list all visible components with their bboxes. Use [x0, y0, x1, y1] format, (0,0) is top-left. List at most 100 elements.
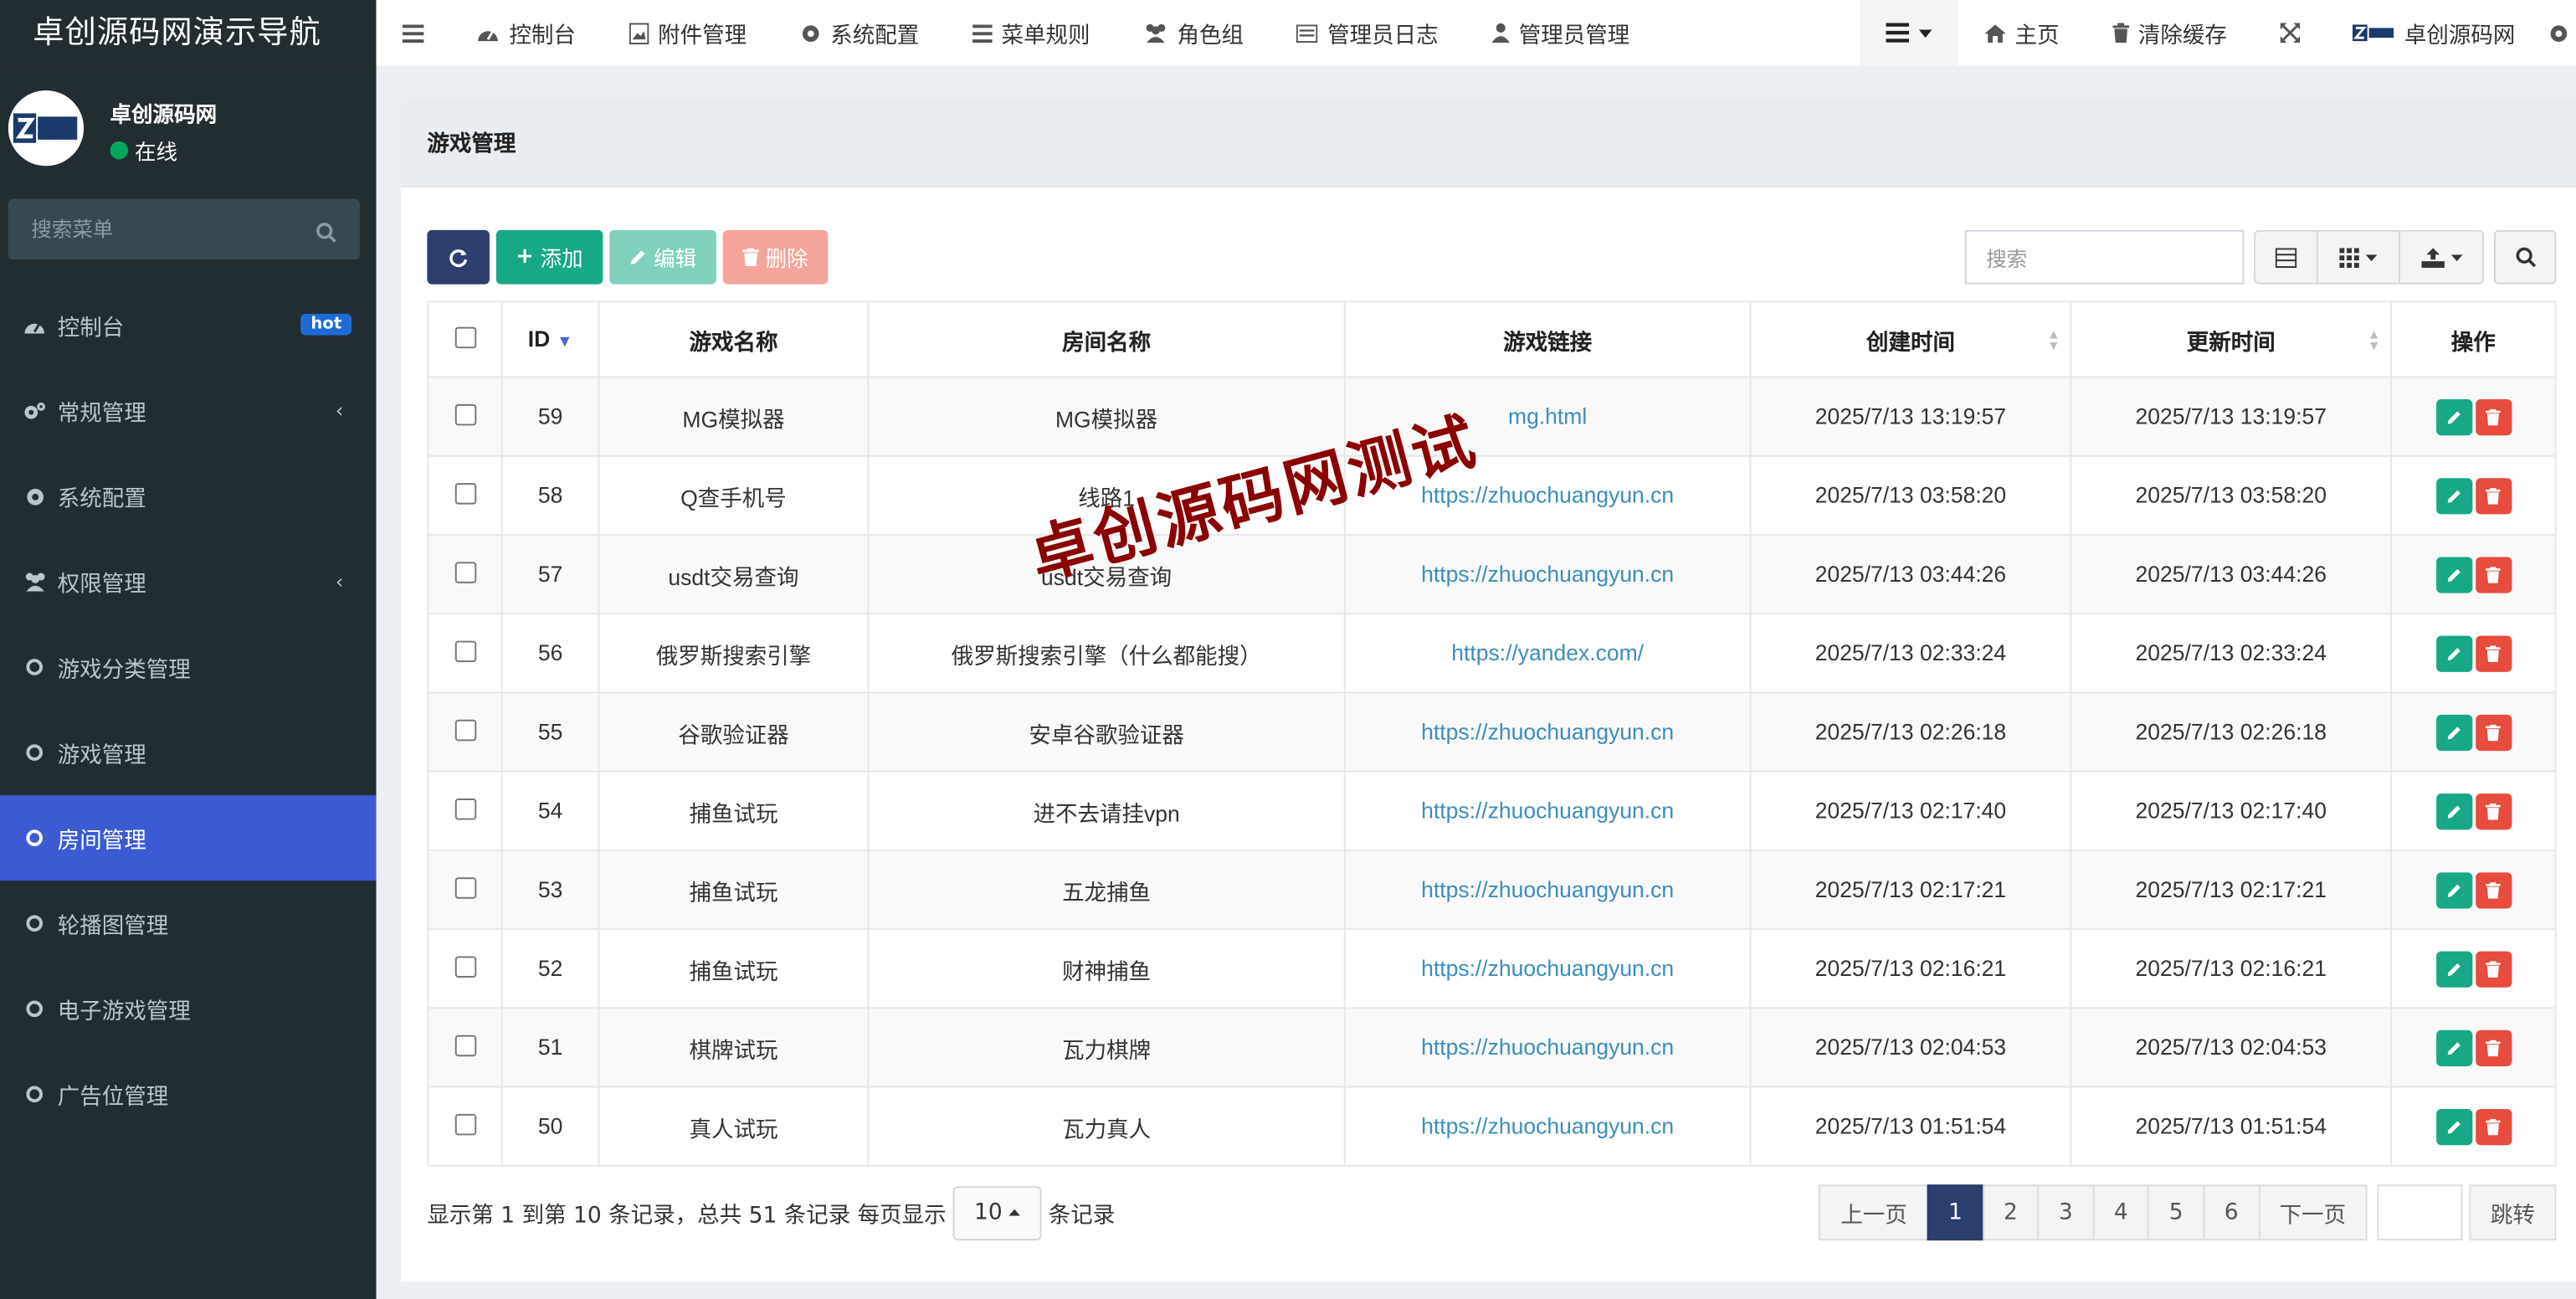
row-checkbox[interactable]	[454, 639, 476, 662]
row-edit-button[interactable]	[2435, 556, 2472, 593]
sidebar-item-carousel[interactable]: 轮播图管理	[0, 881, 377, 966]
search-icon[interactable]	[316, 218, 337, 249]
row-select-cell[interactable]	[427, 770, 503, 851]
tab-dashboard[interactable]: 控制台	[450, 0, 603, 66]
table-row[interactable]: 58 Q查手机号 线路1 https://zhuochuangyun.cn 2025/7…	[427, 454, 2557, 536]
table-row[interactable]: 51 棋牌试玩 瓦力棋牌 https://zhuochuangyun.cn 2025/7…	[427, 1007, 2557, 1088]
sidebar-search-input[interactable]	[8, 198, 360, 260]
advanced-search-button[interactable]	[2493, 229, 2557, 285]
row-edit-button[interactable]	[2435, 1108, 2472, 1145]
row-checkbox[interactable]	[454, 876, 476, 898]
page-button[interactable]: 1	[1927, 1184, 1984, 1241]
row-delete-button[interactable]	[2475, 793, 2512, 829]
fullscreen-button[interactable]	[2253, 0, 2325, 66]
row-delete-button[interactable]	[2475, 950, 2512, 987]
page-button[interactable]: 3	[2037, 1184, 2095, 1241]
tab-admin-manage[interactable]: 管理员管理	[1465, 0, 1656, 66]
row-edit-button[interactable]	[2435, 634, 2472, 671]
export-dropdown[interactable]	[2399, 231, 2483, 283]
add-button[interactable]: + 添加	[495, 229, 603, 285]
delete-button[interactable]: 删除	[722, 229, 829, 285]
row-delete-button[interactable]	[2475, 1029, 2512, 1066]
row-delete-button[interactable]	[2475, 1108, 2512, 1145]
next-page-button[interactable]: 下一页	[2258, 1184, 2368, 1241]
row-checkbox[interactable]	[454, 798, 476, 819]
site-profile[interactable]: 卓创源码网	[2326, 0, 2542, 66]
row-edit-button[interactable]	[2435, 950, 2472, 987]
row-select-cell[interactable]	[427, 1007, 503, 1088]
table-row[interactable]: 57 usdt交易查询 usdt交易查询 https://zhuochuangyun.…	[427, 533, 2557, 615]
sidebar-item-game-category[interactable]: 游戏分类管理	[0, 624, 377, 710]
jump-button[interactable]: 跳转	[2469, 1184, 2557, 1241]
game-link[interactable]: https://yandex.com/	[1451, 641, 1644, 665]
tab-admin-log[interactable]: 管理员日志	[1270, 0, 1465, 66]
column-header-updated[interactable]: 更新时间 ▲ ▼	[2070, 300, 2393, 378]
tab-role-group[interactable]: 角色组	[1116, 0, 1270, 66]
game-link[interactable]: mg.html	[1508, 404, 1587, 429]
row-select-cell[interactable]	[427, 376, 503, 457]
game-link[interactable]: https://zhuochuangyun.cn	[1421, 1035, 1674, 1060]
home-link[interactable]: 主页	[1958, 0, 2086, 66]
row-checkbox[interactable]	[454, 718, 476, 741]
sidebar-toggle[interactable]	[377, 0, 450, 66]
game-link[interactable]: https://zhuochuangyun.cn	[1421, 877, 1674, 901]
table-row[interactable]: 53 捕鱼试玩 五龙捕鱼 https://zhuochuangyun.cn 2025/7…	[427, 849, 2557, 931]
clear-cache-button[interactable]: 清除缓存	[2086, 0, 2253, 66]
row-select-cell[interactable]	[427, 691, 503, 773]
table-row[interactable]: 55 谷歌验证器 安卓谷歌验证器 https://zhuochuangyun.cn 20…	[427, 691, 2557, 773]
row-select-cell[interactable]	[427, 533, 503, 615]
row-delete-button[interactable]	[2475, 871, 2512, 908]
row-checkbox[interactable]	[454, 561, 476, 583]
sidebar-item-permission[interactable]: 权限管理 ‹	[0, 539, 377, 624]
table-row[interactable]: 52 捕鱼试玩 财神捕鱼 https://zhuochuangyun.cn 2025/7…	[427, 928, 2557, 1009]
table-row[interactable]: 59 MG模拟器 MG模拟器 mg.html 2025/7/13 13:19:57 202…	[427, 376, 2557, 457]
page-button[interactable]: 6	[2203, 1184, 2260, 1241]
page-button[interactable]: 4	[2092, 1184, 2150, 1241]
row-edit-button[interactable]	[2435, 398, 2472, 435]
row-select-cell[interactable]	[427, 454, 503, 536]
row-checkbox[interactable]	[454, 482, 476, 504]
row-edit-button[interactable]	[2435, 477, 2472, 514]
game-link[interactable]: https://zhuochuangyun.cn	[1421, 720, 1674, 744]
sidebar-item-ads[interactable]: 广告位管理	[0, 1051, 377, 1137]
prev-page-button[interactable]: 上一页	[1819, 1184, 1929, 1241]
row-delete-button[interactable]	[2475, 477, 2512, 514]
settings-button[interactable]	[2542, 0, 2576, 66]
row-checkbox[interactable]	[454, 1112, 476, 1135]
sidebar-item-egame[interactable]: 电子游戏管理	[0, 966, 377, 1051]
sidebar-item-game[interactable]: 游戏管理	[0, 710, 377, 795]
tab-menu-rules[interactable]: 菜单规则	[946, 0, 1116, 66]
page-button[interactable]: 5	[2148, 1184, 2205, 1241]
sidebar-item-room[interactable]: 房间管理	[0, 795, 377, 881]
columns-dropdown[interactable]	[2317, 231, 2400, 283]
row-edit-button[interactable]	[2435, 871, 2472, 908]
game-link[interactable]: https://zhuochuangyun.cn	[1421, 798, 1674, 823]
game-link[interactable]: https://zhuochuangyun.cn	[1421, 1114, 1674, 1138]
row-select-cell[interactable]	[427, 928, 503, 1009]
select-all-cell[interactable]	[427, 300, 503, 378]
sidebar-item-dashboard[interactable]: 控制台 hot	[0, 283, 377, 368]
row-delete-button[interactable]	[2475, 556, 2512, 593]
tab-attachments[interactable]: 附件管理	[602, 0, 772, 66]
row-select-cell[interactable]	[427, 1086, 503, 1167]
row-select-cell[interactable]	[427, 849, 503, 931]
game-link[interactable]: https://zhuochuangyun.cn	[1421, 483, 1674, 507]
select-all-checkbox[interactable]	[454, 326, 476, 348]
tab-config[interactable]: 系统配置	[773, 0, 946, 66]
row-edit-button[interactable]	[2435, 1029, 2472, 1066]
refresh-button[interactable]	[427, 229, 490, 285]
column-header-id[interactable]: ID ▼	[500, 300, 600, 378]
row-delete-button[interactable]	[2475, 713, 2512, 751]
game-link[interactable]: https://zhuochuangyun.cn	[1421, 562, 1674, 586]
row-edit-button[interactable]	[2435, 793, 2472, 829]
jump-page-input[interactable]	[2377, 1184, 2463, 1241]
table-row[interactable]: 50 真人试玩 瓦力真人 https://zhuochuangyun.cn 2025/7…	[427, 1086, 2557, 1167]
row-checkbox[interactable]	[454, 403, 476, 425]
page-size-dropdown[interactable]: 10	[952, 1185, 1042, 1240]
card-view-button[interactable]	[2255, 231, 2318, 283]
table-search-input[interactable]: 搜索	[1964, 229, 2245, 285]
row-edit-button[interactable]	[2435, 713, 2472, 751]
row-select-cell[interactable]	[427, 613, 503, 694]
row-checkbox[interactable]	[454, 955, 476, 978]
sidebar-item-general[interactable]: 常规管理 ‹	[0, 368, 377, 454]
